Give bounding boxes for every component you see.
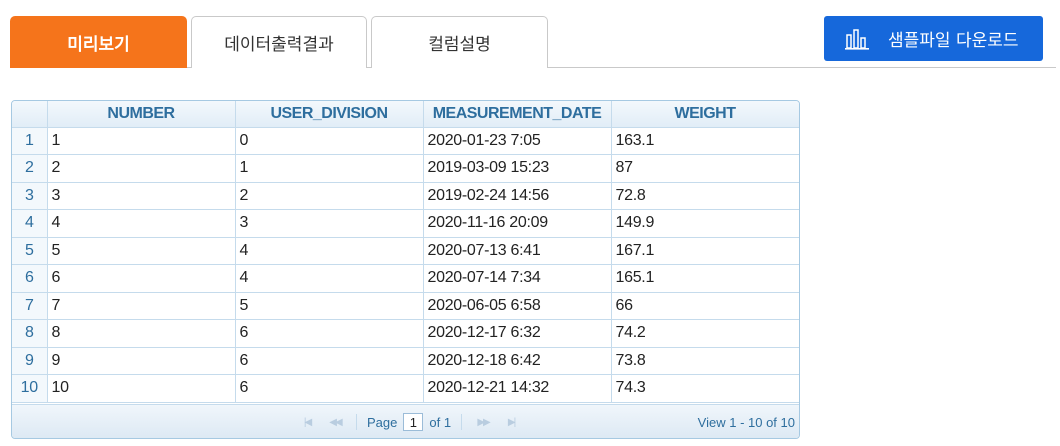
table-cell: 2019-03-09 15:23 xyxy=(423,154,612,183)
data-grid: NUMBER USER_DIVISION MEASUREMENT_DATE WE… xyxy=(11,100,800,439)
table-cell: 6 xyxy=(235,319,424,348)
table-cell: 1 xyxy=(47,127,236,155)
pager-separator xyxy=(356,414,357,430)
row-number: 10 xyxy=(12,374,48,403)
table-cell: 87 xyxy=(611,154,799,183)
table-cell: 3 xyxy=(47,182,236,210)
table-row[interactable]: 10 10 6 2020-12-21 14:32 74.3 xyxy=(12,374,799,403)
table-cell: 2020-06-05 6:58 xyxy=(423,292,612,320)
table-cell: 3 xyxy=(235,209,424,238)
table-cell: 8 xyxy=(47,319,236,348)
table-row[interactable]: 8 8 6 2020-12-17 6:32 74.2 xyxy=(12,319,799,348)
table-cell: 6 xyxy=(235,347,424,375)
page-number-input[interactable] xyxy=(403,413,424,431)
table-cell: 7 xyxy=(47,292,236,320)
table-cell: 2020-07-14 7:34 xyxy=(423,264,612,293)
table-cell: 73.8 xyxy=(611,347,799,375)
row-number: 1 xyxy=(12,127,48,155)
table-cell: 4 xyxy=(47,209,236,238)
sample-file-download-button[interactable]: 샘플파일 다운로드 xyxy=(824,16,1043,61)
row-number: 9 xyxy=(12,347,48,375)
table-cell: 74.2 xyxy=(611,319,799,348)
tab-preview[interactable]: 미리보기 xyxy=(10,16,187,68)
row-number: 4 xyxy=(12,209,48,238)
bar-chart-icon xyxy=(844,28,870,50)
last-page-icon[interactable]: ▶| xyxy=(500,417,522,428)
table-cell: 4 xyxy=(235,264,424,293)
first-page-icon[interactable]: |◀ xyxy=(296,417,318,428)
table-cell: 2020-01-23 7:05 xyxy=(423,127,612,155)
table-cell: 1 xyxy=(235,154,424,183)
row-number: 7 xyxy=(12,292,48,320)
tab-data-output-result[interactable]: 데이터출력결과 xyxy=(191,16,367,68)
column-header[interactable]: USER_DIVISION xyxy=(235,101,424,128)
table-cell: 5 xyxy=(235,292,424,320)
page-count-label: of 1 xyxy=(429,414,452,430)
table-cell: 6 xyxy=(235,374,424,403)
table-cell: 66 xyxy=(611,292,799,320)
table-row[interactable]: 9 9 6 2020-12-18 6:42 73.8 xyxy=(12,347,799,375)
page-label: Page xyxy=(367,414,398,430)
table-cell: 2020-11-16 20:09 xyxy=(423,209,612,238)
next-page-icon[interactable]: ▶▶ xyxy=(472,417,494,428)
row-number: 3 xyxy=(12,182,48,210)
table-cell: 2020-12-18 6:42 xyxy=(423,347,612,375)
row-number: 8 xyxy=(12,319,48,348)
table-cell: 4 xyxy=(235,237,424,265)
table-cell: 74.3 xyxy=(611,374,799,403)
table-cell: 149.9 xyxy=(611,209,799,238)
table-row[interactable]: 2 2 1 2019-03-09 15:23 87 xyxy=(12,154,799,183)
table-cell: 167.1 xyxy=(611,237,799,265)
table-cell: 0 xyxy=(235,127,424,155)
table-cell: 2 xyxy=(235,182,424,210)
tab-column-description[interactable]: 컬럼설명 xyxy=(371,16,548,68)
row-number-header xyxy=(12,101,48,128)
table-cell: 72.8 xyxy=(611,182,799,210)
table-cell: 10 xyxy=(47,374,236,403)
table-cell: 2020-12-21 14:32 xyxy=(423,374,612,403)
view-records-text: View 1 - 10 of 10 xyxy=(697,414,795,430)
pager-controls: |◀ ◀◀ Page of 1 ▶▶ ▶| xyxy=(296,405,522,438)
table-row[interactable]: 4 4 3 2020-11-16 20:09 149.9 xyxy=(12,209,799,238)
table-row[interactable]: 3 3 2 2019-02-24 14:56 72.8 xyxy=(12,182,799,210)
table-cell: 6 xyxy=(47,264,236,293)
table-row[interactable]: 5 5 4 2020-07-13 6:41 167.1 xyxy=(12,237,799,265)
table-cell: 5 xyxy=(47,237,236,265)
table-cell: 2020-07-13 6:41 xyxy=(423,237,612,265)
column-header[interactable]: MEASUREMENT_DATE xyxy=(423,101,612,128)
row-number: 2 xyxy=(12,154,48,183)
data-table: NUMBER USER_DIVISION MEASUREMENT_DATE WE… xyxy=(12,101,799,403)
table-header-row: NUMBER USER_DIVISION MEASUREMENT_DATE WE… xyxy=(12,101,799,128)
table-row[interactable]: 7 7 5 2020-06-05 6:58 66 xyxy=(12,292,799,320)
table-cell: 2020-12-17 6:32 xyxy=(423,319,612,348)
download-button-label: 샘플파일 다운로드 xyxy=(888,31,1019,51)
prev-page-icon[interactable]: ◀◀ xyxy=(324,417,346,428)
table-cell: 9 xyxy=(47,347,236,375)
row-number: 6 xyxy=(12,264,48,293)
table-cell: 2019-02-24 14:56 xyxy=(423,182,612,210)
table-row[interactable]: 1 1 0 2020-01-23 7:05 163.1 xyxy=(12,127,799,155)
pager: |◀ ◀◀ Page of 1 ▶▶ ▶| View 1 - 10 of 10 xyxy=(12,404,799,438)
pager-separator xyxy=(461,414,463,430)
column-header[interactable]: WEIGHT xyxy=(611,101,799,128)
column-header[interactable]: NUMBER xyxy=(47,101,236,128)
table-row[interactable]: 6 6 4 2020-07-14 7:34 165.1 xyxy=(12,264,799,293)
table-cell: 163.1 xyxy=(611,127,799,155)
table-cell: 165.1 xyxy=(611,264,799,293)
table-cell: 2 xyxy=(47,154,236,183)
row-number: 5 xyxy=(12,237,48,265)
